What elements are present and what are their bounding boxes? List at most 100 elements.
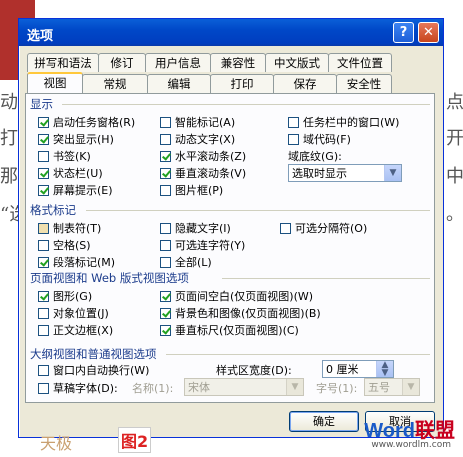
draft-font-name-select[interactable]: 宋体 ▼ [184,378,304,396]
field-shading-select[interactable]: 选取时显示 ▼ [288,164,402,182]
checkbox-label: 突出显示(H) [53,133,114,146]
background-text-right-4: 。 [446,204,463,225]
help-button[interactable]: ? [393,22,414,43]
checkbox-box[interactable] [160,307,171,319]
checkbox-box[interactable] [38,307,49,319]
checkbox-draft-font[interactable]: 草稿字体(D): [38,380,118,396]
checkbox-label: 域代码(F) [303,133,351,146]
tab-print[interactable]: 打印 [210,74,274,93]
checkbox-box[interactable] [288,116,299,128]
style-area-width-label: 样式区宽度(D): [216,364,292,377]
checkbox-label: 段落标记(M) [53,256,116,269]
checkbox-box[interactable] [160,290,171,302]
checkbox-tab-characters[interactable]: 制表符(T) [38,220,101,236]
tab-asian-layout[interactable]: 中文版式 [265,53,329,72]
checkbox-wrap-to-window[interactable]: 窗口内自动换行(W) [38,362,149,378]
checkbox-all-marks[interactable]: 全部(L) [160,254,212,270]
checkbox-box[interactable] [38,382,49,394]
checkbox-status-bar[interactable]: 状态栏(U) [38,165,103,181]
draft-font-size-value: 五号 [368,381,390,394]
chevron-down-icon[interactable]: ▼ [286,379,303,395]
checkbox-picture-placeholders[interactable]: 图片框(P) [160,182,223,198]
checkbox-box[interactable] [160,239,171,251]
tab-general[interactable]: 常规 [82,74,148,93]
watermark-brand-cn: 联盟 [415,420,455,442]
tab-edit[interactable]: 编辑 [147,74,211,93]
tab-security[interactable]: 安全性 [336,74,392,93]
checkbox-box[interactable] [160,150,171,162]
checkbox-white-space-between-pages[interactable]: 页面间空白(仅页面视图)(W) [160,288,313,304]
tab-spelling[interactable]: 拼写和语法 [27,53,99,72]
checkbox-label: 隐藏文字(I) [175,222,231,235]
tab-revisions[interactable]: 修订 [98,53,146,72]
ok-button[interactable]: 确定 [289,411,359,432]
watermark-logo-left: 天极 [40,434,73,453]
checkbox-drawings[interactable]: 图形(G) [38,288,92,304]
checkbox-box[interactable] [38,167,49,179]
checkbox-box[interactable] [160,184,171,196]
display-divider [62,104,430,105]
checkbox-screen-tips[interactable]: 屏幕提示(E) [38,182,113,198]
checkbox-label: 对象位置(J) [53,307,109,320]
chevron-down-icon[interactable]: ▼ [402,379,419,395]
checkbox-box[interactable] [38,364,49,376]
tab-user-info[interactable]: 用户信息 [145,53,211,72]
checkbox-highlight[interactable]: 突出显示(H) [38,131,114,147]
checkbox-box[interactable] [38,184,49,196]
checkbox-label: 窗口内自动换行(W) [53,364,150,377]
spinner-arrows-icon[interactable]: ▲ ▼ [376,361,393,378]
checkbox-box[interactable] [160,222,171,234]
chevron-down-icon[interactable]: ▼ [384,165,401,181]
checkbox-bookmarks[interactable]: 书签(K) [38,148,91,164]
title-bar[interactable]: 选项 ? ✕ [19,19,443,46]
options-dialog: 选项 ? ✕ 拼写和语法 修订 用户信息 兼容性 中文版式 文件位置 视图 常规… [18,18,444,438]
checkbox-box[interactable] [160,133,171,145]
checkbox-label: 图片框(P) [175,184,224,197]
checkbox-object-anchors[interactable]: 对象位置(J) [38,305,109,321]
checkbox-smart-tags[interactable]: 智能标记(A) [160,114,235,130]
checkbox-box[interactable] [280,222,291,234]
draft-font-size-select[interactable]: 五号 ▼ [364,378,420,396]
checkbox-hidden-text[interactable]: 隐藏文字(I) [160,220,231,236]
checkbox-vertical-ruler[interactable]: 垂直标尺(仅页面视图)(C) [160,322,299,338]
close-button[interactable]: ✕ [418,22,439,43]
checkbox-box[interactable] [288,133,299,145]
checkbox-optional-hyphens[interactable]: 可选连字符(Y) [160,237,245,253]
checkbox-box[interactable] [38,222,49,234]
style-area-width-spinner[interactable]: 0 厘米 ▲ ▼ [322,360,394,378]
watermark-url: www.wordlm.com [371,440,451,450]
checkbox-paragraph-marks[interactable]: 段落标记(M) [38,254,115,270]
background-text-right-3: 中 [446,166,463,187]
checkbox-optional-breaks[interactable]: 可选分隔符(O) [280,220,367,236]
outline-section-label: 大纲视图和普通视图选项 [30,347,157,361]
checkbox-vertical-scrollbar[interactable]: 垂直滚动条(V) [160,165,246,181]
checkbox-box[interactable] [38,150,49,162]
checkbox-box[interactable] [38,256,49,268]
checkbox-windows-in-taskbar[interactable]: 任务栏中的窗口(W) [288,114,399,130]
display-section-label: 显示 [30,97,53,111]
tab-file-locations[interactable]: 文件位置 [328,53,392,72]
checkbox-label: 草稿字体(D): [53,382,118,395]
checkbox-box[interactable] [38,133,49,145]
background-text-right-2: 开 [446,128,463,149]
checkbox-spaces[interactable]: 空格(S) [38,237,91,253]
tab-view[interactable]: 视图 [27,72,83,93]
checkbox-box[interactable] [38,116,49,128]
checkbox-animated-text[interactable]: 动态文字(X) [160,131,235,147]
tab-compatibility[interactable]: 兼容性 [210,53,266,72]
tab-save[interactable]: 保存 [273,74,337,93]
checkbox-text-boundaries[interactable]: 正文边框(X) [38,322,113,338]
checkbox-box[interactable] [38,239,49,251]
checkbox-box[interactable] [38,324,49,336]
checkbox-box[interactable] [160,167,171,179]
checkbox-box[interactable] [38,290,49,302]
checkbox-box[interactable] [160,256,171,268]
checkbox-box[interactable] [160,116,171,128]
checkbox-startup-task-pane[interactable]: 启动任务窗格(R) [38,114,135,130]
checkbox-horizontal-scrollbar[interactable]: 水平滚动条(Z) [160,148,246,164]
checkbox-label: 可选连字符(Y) [175,239,246,252]
checkbox-background-colors[interactable]: 背景色和图像(仅页面视图)(B) [160,305,321,321]
style-area-width-value: 0 厘米 [326,363,359,376]
checkbox-field-codes[interactable]: 域代码(F) [288,131,351,147]
checkbox-box[interactable] [160,324,171,336]
